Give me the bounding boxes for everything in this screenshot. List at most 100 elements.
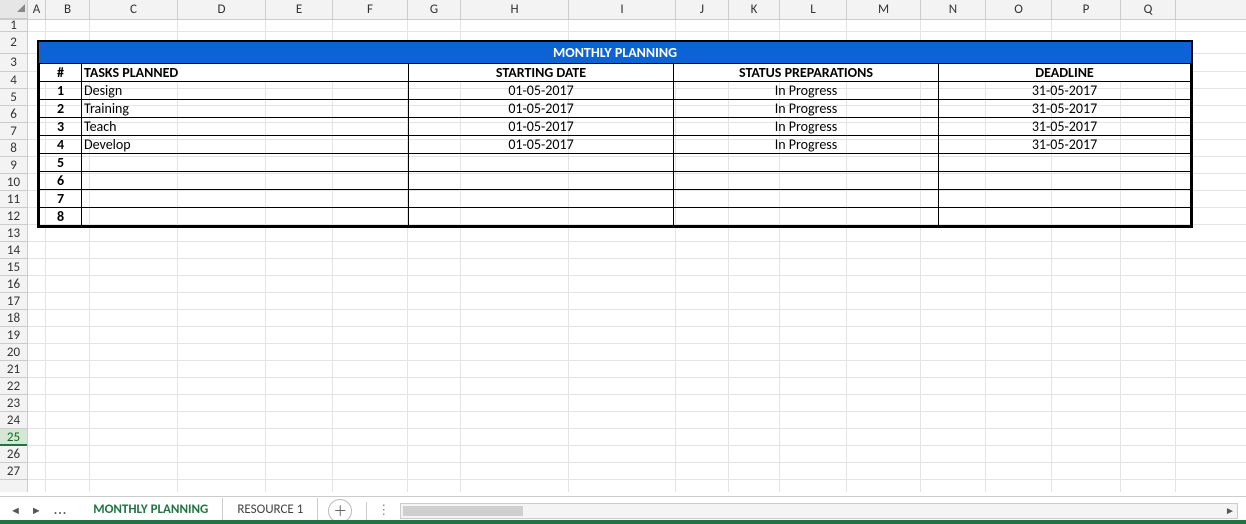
header-deadline[interactable]: DEADLINE xyxy=(939,64,1191,82)
col-header-H[interactable]: H xyxy=(461,0,569,19)
tab-nav-more[interactable]: ... xyxy=(48,503,73,518)
row-header-25[interactable]: 25 xyxy=(0,429,27,446)
cell-task[interactable]: Training xyxy=(82,100,409,118)
cell-status[interactable]: In Progress xyxy=(674,136,939,154)
row-header-26[interactable]: 26 xyxy=(0,446,27,463)
cell-task[interactable]: Design xyxy=(82,82,409,100)
cell-task[interactable] xyxy=(82,154,409,172)
row-header-6[interactable]: 6 xyxy=(0,106,27,123)
cell-deadline[interactable]: 31-05-2017 xyxy=(939,136,1191,154)
row-header-5[interactable]: 5 xyxy=(0,89,27,106)
row-header-17[interactable]: 17 xyxy=(0,293,27,310)
cell-deadline[interactable] xyxy=(939,172,1191,190)
row-header-10[interactable]: 10 xyxy=(0,174,27,191)
cell-task[interactable] xyxy=(82,208,409,226)
cell-status[interactable]: In Progress xyxy=(674,82,939,100)
tab-handle-icon[interactable]: ⋮ xyxy=(371,503,396,518)
row-header-3[interactable]: 3 xyxy=(0,54,27,72)
row-header-15[interactable]: 15 xyxy=(0,259,27,276)
header-num[interactable]: # xyxy=(40,64,82,82)
cell-start[interactable]: 01-05-2017 xyxy=(409,82,674,100)
table-header-row: # TASKS PLANNED STARTING DATE STATUS PRE… xyxy=(40,64,1191,82)
cell-num[interactable]: 2 xyxy=(40,100,82,118)
col-header-K[interactable]: K xyxy=(729,0,780,19)
cell-deadline[interactable]: 31-05-2017 xyxy=(939,100,1191,118)
row-header-12[interactable]: 12 xyxy=(0,208,27,225)
cell-start[interactable] xyxy=(409,190,674,208)
col-header-B[interactable]: B xyxy=(46,0,90,19)
cell-num[interactable]: 5 xyxy=(40,154,82,172)
row-header-19[interactable]: 19 xyxy=(0,327,27,344)
tab-nav-next-icon[interactable]: ► xyxy=(27,504,46,517)
header-start[interactable]: STARTING DATE xyxy=(409,64,674,82)
cell-deadline[interactable] xyxy=(939,154,1191,172)
row-header-24[interactable]: 24 xyxy=(0,412,27,429)
col-header-L[interactable]: L xyxy=(780,0,847,19)
cell-num[interactable]: 4 xyxy=(40,136,82,154)
cell-num[interactable]: 6 xyxy=(40,172,82,190)
col-header-J[interactable]: J xyxy=(676,0,729,19)
header-status[interactable]: STATUS PREPARATIONS xyxy=(674,64,939,82)
cell-num[interactable]: 3 xyxy=(40,118,82,136)
cell-start[interactable]: 01-05-2017 xyxy=(409,136,674,154)
scroll-thumb[interactable] xyxy=(403,506,523,516)
cell-task[interactable]: Develop xyxy=(82,136,409,154)
header-task[interactable]: TASKS PLANNED xyxy=(82,64,409,82)
col-header-I[interactable]: I xyxy=(569,0,676,19)
col-header-F[interactable]: F xyxy=(333,0,408,19)
cell-task[interactable]: Teach xyxy=(82,118,409,136)
horizontal-scrollbar[interactable]: ◄ ► xyxy=(400,503,1238,519)
cell-status[interactable] xyxy=(674,154,939,172)
cell-start[interactable]: 01-05-2017 xyxy=(409,100,674,118)
cell-num[interactable]: 7 xyxy=(40,190,82,208)
col-header-D[interactable]: D xyxy=(178,0,266,19)
add-sheet-button[interactable]: ＋ xyxy=(328,499,352,523)
row-header-4[interactable]: 4 xyxy=(0,72,27,89)
row-header-7[interactable]: 7 xyxy=(0,123,27,140)
cell-num[interactable]: 8 xyxy=(40,208,82,226)
row-header-21[interactable]: 21 xyxy=(0,361,27,378)
col-header-A[interactable]: A xyxy=(28,0,46,19)
row-header-1[interactable]: 1 xyxy=(0,20,27,32)
cell-deadline[interactable]: 31-05-2017 xyxy=(939,118,1191,136)
cell-status[interactable] xyxy=(674,190,939,208)
row-header-20[interactable]: 20 xyxy=(0,344,27,361)
cell-status[interactable]: In Progress xyxy=(674,100,939,118)
row-header-2[interactable]: 2 xyxy=(0,32,27,54)
cell-start[interactable] xyxy=(409,172,674,190)
select-all-corner[interactable] xyxy=(0,0,28,19)
cell-status[interactable]: In Progress xyxy=(674,118,939,136)
cell-num[interactable]: 1 xyxy=(40,82,82,100)
cell-task[interactable] xyxy=(82,190,409,208)
cells-area[interactable]: MONTHLY PLANNING # TASKS PLANNED STARTIN… xyxy=(28,20,1246,492)
col-header-Q[interactable]: Q xyxy=(1121,0,1176,19)
col-header-O[interactable]: O xyxy=(986,0,1052,19)
cell-status[interactable] xyxy=(674,208,939,226)
row-header-11[interactable]: 11 xyxy=(0,191,27,208)
row-header-18[interactable]: 18 xyxy=(0,310,27,327)
row-header-8[interactable]: 8 xyxy=(0,140,27,157)
col-header-G[interactable]: G xyxy=(408,0,461,19)
col-header-N[interactable]: N xyxy=(921,0,986,19)
row-header-23[interactable]: 23 xyxy=(0,395,27,412)
cell-deadline[interactable] xyxy=(939,208,1191,226)
row-header-16[interactable]: 16 xyxy=(0,276,27,293)
row-header-14[interactable]: 14 xyxy=(0,242,27,259)
cell-task[interactable] xyxy=(82,172,409,190)
col-header-P[interactable]: P xyxy=(1052,0,1121,19)
col-header-M[interactable]: M xyxy=(847,0,921,19)
col-header-E[interactable]: E xyxy=(266,0,333,19)
cell-deadline[interactable] xyxy=(939,190,1191,208)
cell-start[interactable] xyxy=(409,208,674,226)
cell-status[interactable] xyxy=(674,172,939,190)
cell-start[interactable]: 01-05-2017 xyxy=(409,118,674,136)
row-header-27[interactable]: 27 xyxy=(0,463,27,480)
tab-nav-prev-icon[interactable]: ◄ xyxy=(6,504,25,517)
row-header-22[interactable]: 22 xyxy=(0,378,27,395)
scroll-right-icon[interactable]: ► xyxy=(1223,504,1237,518)
cell-start[interactable] xyxy=(409,154,674,172)
col-header-C[interactable]: C xyxy=(90,0,178,19)
cell-deadline[interactable]: 31-05-2017 xyxy=(939,82,1191,100)
row-header-9[interactable]: 9 xyxy=(0,157,27,174)
row-header-13[interactable]: 13 xyxy=(0,225,27,242)
